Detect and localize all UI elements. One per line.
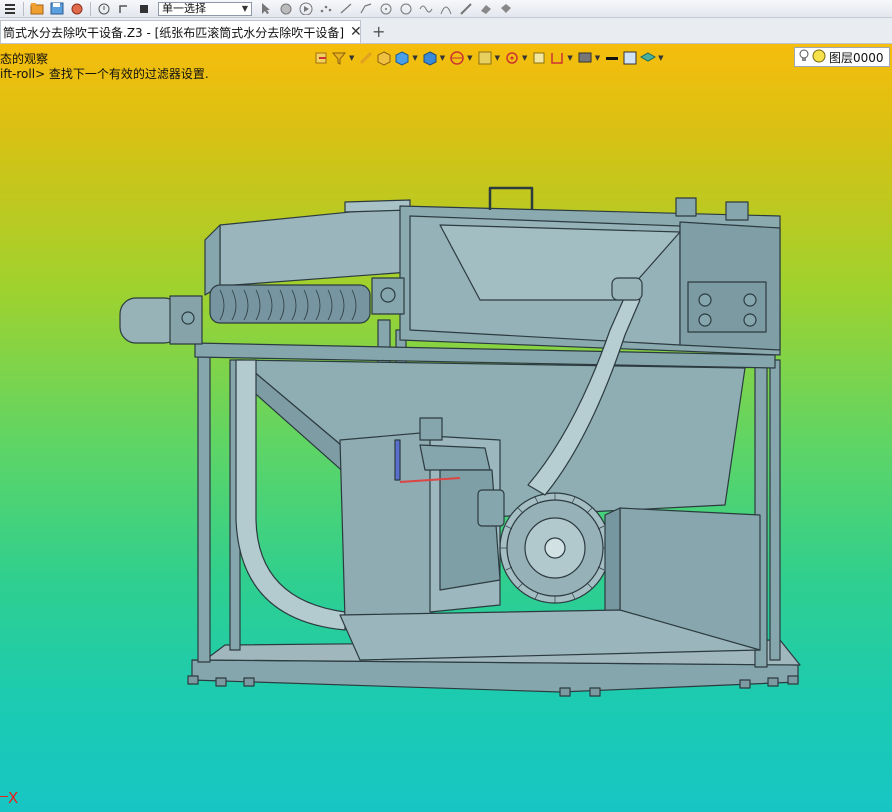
circle-icon[interactable]: [378, 2, 394, 16]
frame-icon[interactable]: [530, 49, 548, 67]
export-icon[interactable]: [69, 2, 85, 16]
spline-icon[interactable]: [418, 2, 434, 16]
toolbar-divider: [90, 1, 91, 16]
ellipse-icon[interactable]: [398, 2, 414, 16]
selection-mode-value: 单一选择: [162, 1, 206, 15]
chevron-down-icon[interactable]: ▼: [595, 54, 600, 62]
polyline-icon[interactable]: [358, 2, 374, 16]
stop-icon[interactable]: [136, 2, 152, 16]
render-mode-icon[interactable]: [421, 49, 439, 67]
status-hint-line-2: ift-roll> 查找下一个有效的过滤器设置.: [0, 67, 209, 81]
section-view-icon[interactable]: [448, 49, 466, 67]
layer-manager-icon[interactable]: [639, 49, 657, 67]
lightbulb-icon[interactable]: [798, 49, 810, 66]
layer-color-icon[interactable]: [812, 49, 826, 66]
axis-x-label: X: [8, 789, 19, 807]
layer-name: 图层0000: [829, 50, 884, 65]
close-icon[interactable]: ✕: [350, 24, 360, 40]
chevron-down-icon[interactable]: ▼: [567, 54, 572, 62]
exit-view-icon[interactable]: [312, 49, 330, 67]
chevron-down-icon[interactable]: ▼: [349, 54, 354, 62]
chevron-down-icon[interactable]: ▼: [467, 54, 472, 62]
pencil-icon[interactable]: [357, 49, 375, 67]
toolbar-divider: [23, 1, 24, 16]
dimension-icon[interactable]: [548, 49, 566, 67]
pen-icon[interactable]: [458, 2, 474, 16]
arc-icon[interactable]: [438, 2, 454, 16]
chevron-down-icon: ▼: [241, 3, 248, 13]
add-tab-button[interactable]: +: [372, 22, 385, 41]
display-icon[interactable]: [576, 49, 594, 67]
pointer-icon[interactable]: [258, 2, 274, 16]
points-icon[interactable]: [318, 2, 334, 16]
chevron-down-icon[interactable]: ▼: [522, 54, 527, 62]
view-toolbar: ▼ ▼ ▼ ▼ ▼ ▼ ▼ ▼ ▼: [312, 47, 667, 69]
document-tab[interactable]: 筒式水分去除吹干设备.Z3 - [纸张布匹滚筒式水分去除吹干设备] ✕: [0, 20, 361, 43]
document-tab-title: 筒式水分去除吹干设备.Z3 - [纸张布匹滚筒式水分去除吹干设备]: [3, 25, 344, 40]
3d-viewport[interactable]: 态的观察 ift-roll> 查找下一个有效的过滤器设置. ▼ ▼ ▼ ▼ ▼ …: [0, 44, 892, 812]
axis-x-line: [0, 796, 8, 797]
play-icon[interactable]: [298, 2, 314, 16]
open-file-icon[interactable]: [29, 2, 45, 16]
eraser-icon[interactable]: [478, 2, 494, 16]
chevron-down-icon[interactable]: ▼: [440, 54, 445, 62]
filter-icon[interactable]: [278, 2, 294, 16]
top-toolbar: 单一选择 ▼: [0, 0, 892, 18]
chevron-down-icon[interactable]: ▼: [412, 54, 417, 62]
face-color-icon[interactable]: [621, 49, 639, 67]
shaded-cube-icon[interactable]: [375, 49, 393, 67]
selection-mode-select[interactable]: 单一选择 ▼: [158, 1, 252, 16]
orbit-icon[interactable]: [503, 49, 521, 67]
view-cube-icon[interactable]: [393, 49, 411, 67]
save-file-icon[interactable]: [49, 2, 65, 16]
chevron-down-icon[interactable]: ▼: [658, 54, 663, 62]
redo-icon[interactable]: [116, 2, 132, 16]
history-icon[interactable]: [96, 2, 112, 16]
layer-select[interactable]: 图层0000: [794, 47, 890, 67]
view-filter-icon[interactable]: [330, 49, 348, 67]
menu-icon[interactable]: [2, 2, 18, 16]
cad-model: [119, 186, 801, 697]
line-color-icon[interactable]: [603, 49, 621, 67]
paint-icon[interactable]: [498, 2, 514, 16]
zoom-box-icon[interactable]: [476, 49, 494, 67]
document-tab-strip: 筒式水分去除吹干设备.Z3 - [纸张布匹滚筒式水分去除吹干设备] ✕ +: [0, 18, 892, 44]
chevron-down-icon[interactable]: ▼: [495, 54, 500, 62]
line-icon[interactable]: [338, 2, 354, 16]
